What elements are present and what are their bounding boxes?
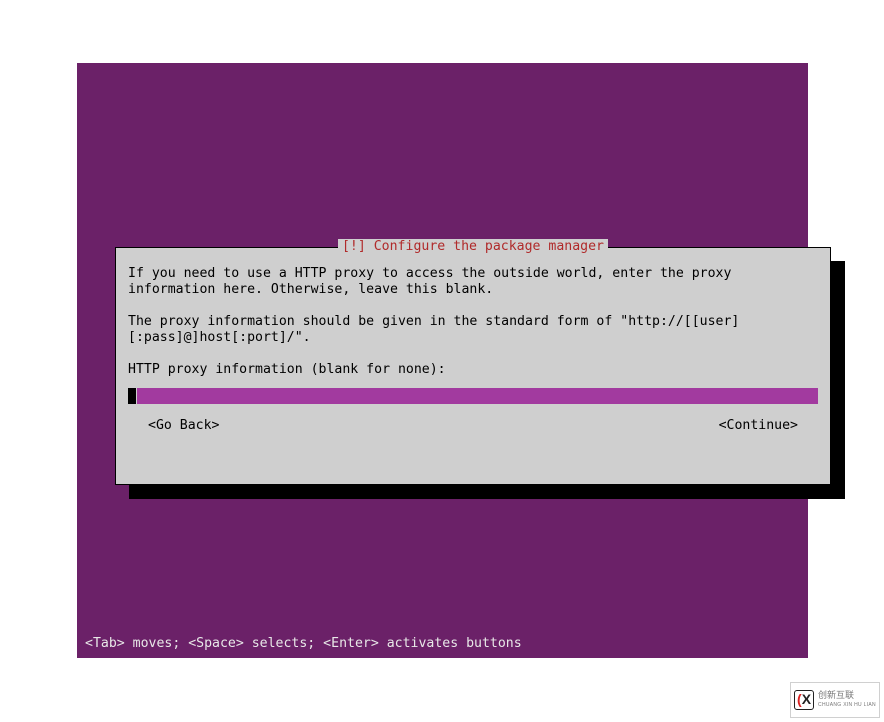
continue-button[interactable]: <Continue> — [719, 418, 798, 434]
text-cursor — [128, 388, 136, 404]
installer-terminal: [!] Configure the package manager If you… — [77, 63, 808, 658]
watermark-brand-py: CHUANG XIN HU LIAN — [818, 700, 876, 710]
dialog-title-row: [!] Configure the package manager — [116, 239, 830, 255]
dialog-button-row: <Go Back> <Continue> — [128, 418, 818, 434]
spacer — [128, 298, 818, 314]
watermark-text: 创新互联 CHUANG XIN HU LIAN — [818, 690, 876, 710]
dialog-paragraph-1: If you need to use a HTTP proxy to acces… — [128, 266, 818, 298]
package-manager-dialog: [!] Configure the package manager If you… — [115, 247, 831, 485]
go-back-button[interactable]: <Go Back> — [148, 418, 219, 434]
dialog-title: [!] Configure the package manager — [338, 239, 608, 255]
watermark-icon: (X — [794, 690, 814, 710]
proxy-input-row[interactable] — [128, 388, 818, 404]
proxy-input[interactable] — [137, 388, 818, 404]
spacer — [128, 346, 818, 362]
dialog-paragraph-2: The proxy information should be given in… — [128, 314, 818, 346]
keyboard-hint-bar: <Tab> moves; <Space> selects; <Enter> ac… — [85, 636, 522, 652]
proxy-prompt-label: HTTP proxy information (blank for none): — [128, 362, 818, 378]
watermark-logo: (X 创新互联 CHUANG XIN HU LIAN — [790, 682, 880, 718]
watermark-brand-cn: 创新互联 — [818, 690, 876, 700]
